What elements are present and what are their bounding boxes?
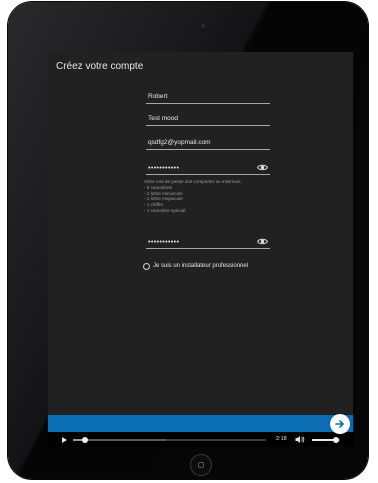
installer-radio[interactable] [143, 262, 150, 270]
video-controls: 2:18 [48, 432, 353, 447]
last-name-field[interactable]: Test mood [146, 109, 270, 126]
play-icon[interactable] [62, 437, 67, 443]
email-value: qsdfg2@yopmail.com [148, 139, 211, 146]
eye-icon[interactable] [257, 238, 268, 245]
volume-thumb[interactable] [332, 437, 339, 443]
volume-icon[interactable] [295, 435, 305, 444]
password-value: ••••••••••• [148, 165, 180, 172]
email-field[interactable]: qsdfg2@yopmail.com [146, 133, 270, 150]
password-rule: - 1 caractère spécial [144, 207, 186, 213]
password-field[interactable]: ••••••••••• [146, 158, 270, 175]
timeline-thumb[interactable] [81, 437, 88, 443]
home-button[interactable] [190, 454, 212, 476]
first-name-field[interactable]: Robert [146, 87, 270, 104]
password-rule: Votre mot de passe doit comporter au min… [144, 179, 242, 184]
next-button[interactable] [330, 414, 350, 434]
confirm-password-field[interactable]: ••••••••••• [146, 232, 270, 249]
page-title: Créez votre compte [56, 61, 144, 72]
home-icon [198, 462, 204, 468]
time-readout: 2:18 [276, 436, 287, 442]
camera [201, 24, 205, 28]
timeline[interactable] [73, 439, 266, 441]
app-screen: Créez votre compte Robert Test mood qsdf… [48, 52, 353, 447]
eye-icon[interactable] [257, 164, 268, 171]
installer-option[interactable]: Je suis un installateur professionnel [143, 261, 248, 271]
confirm-password-value: ••••••••••• [148, 239, 180, 246]
last-name-value: Test mood [148, 115, 178, 122]
accent-bar [48, 415, 353, 432]
tablet-frame: Créez votre compte Robert Test mood qsdf… [8, 2, 368, 479]
arrow-right-icon [335, 420, 344, 428]
installer-label: Je suis un installateur professionnel [153, 263, 249, 269]
first-name-value: Robert [148, 93, 168, 100]
password-rules: Votre mot de passe doit comporter au min… [144, 179, 242, 214]
